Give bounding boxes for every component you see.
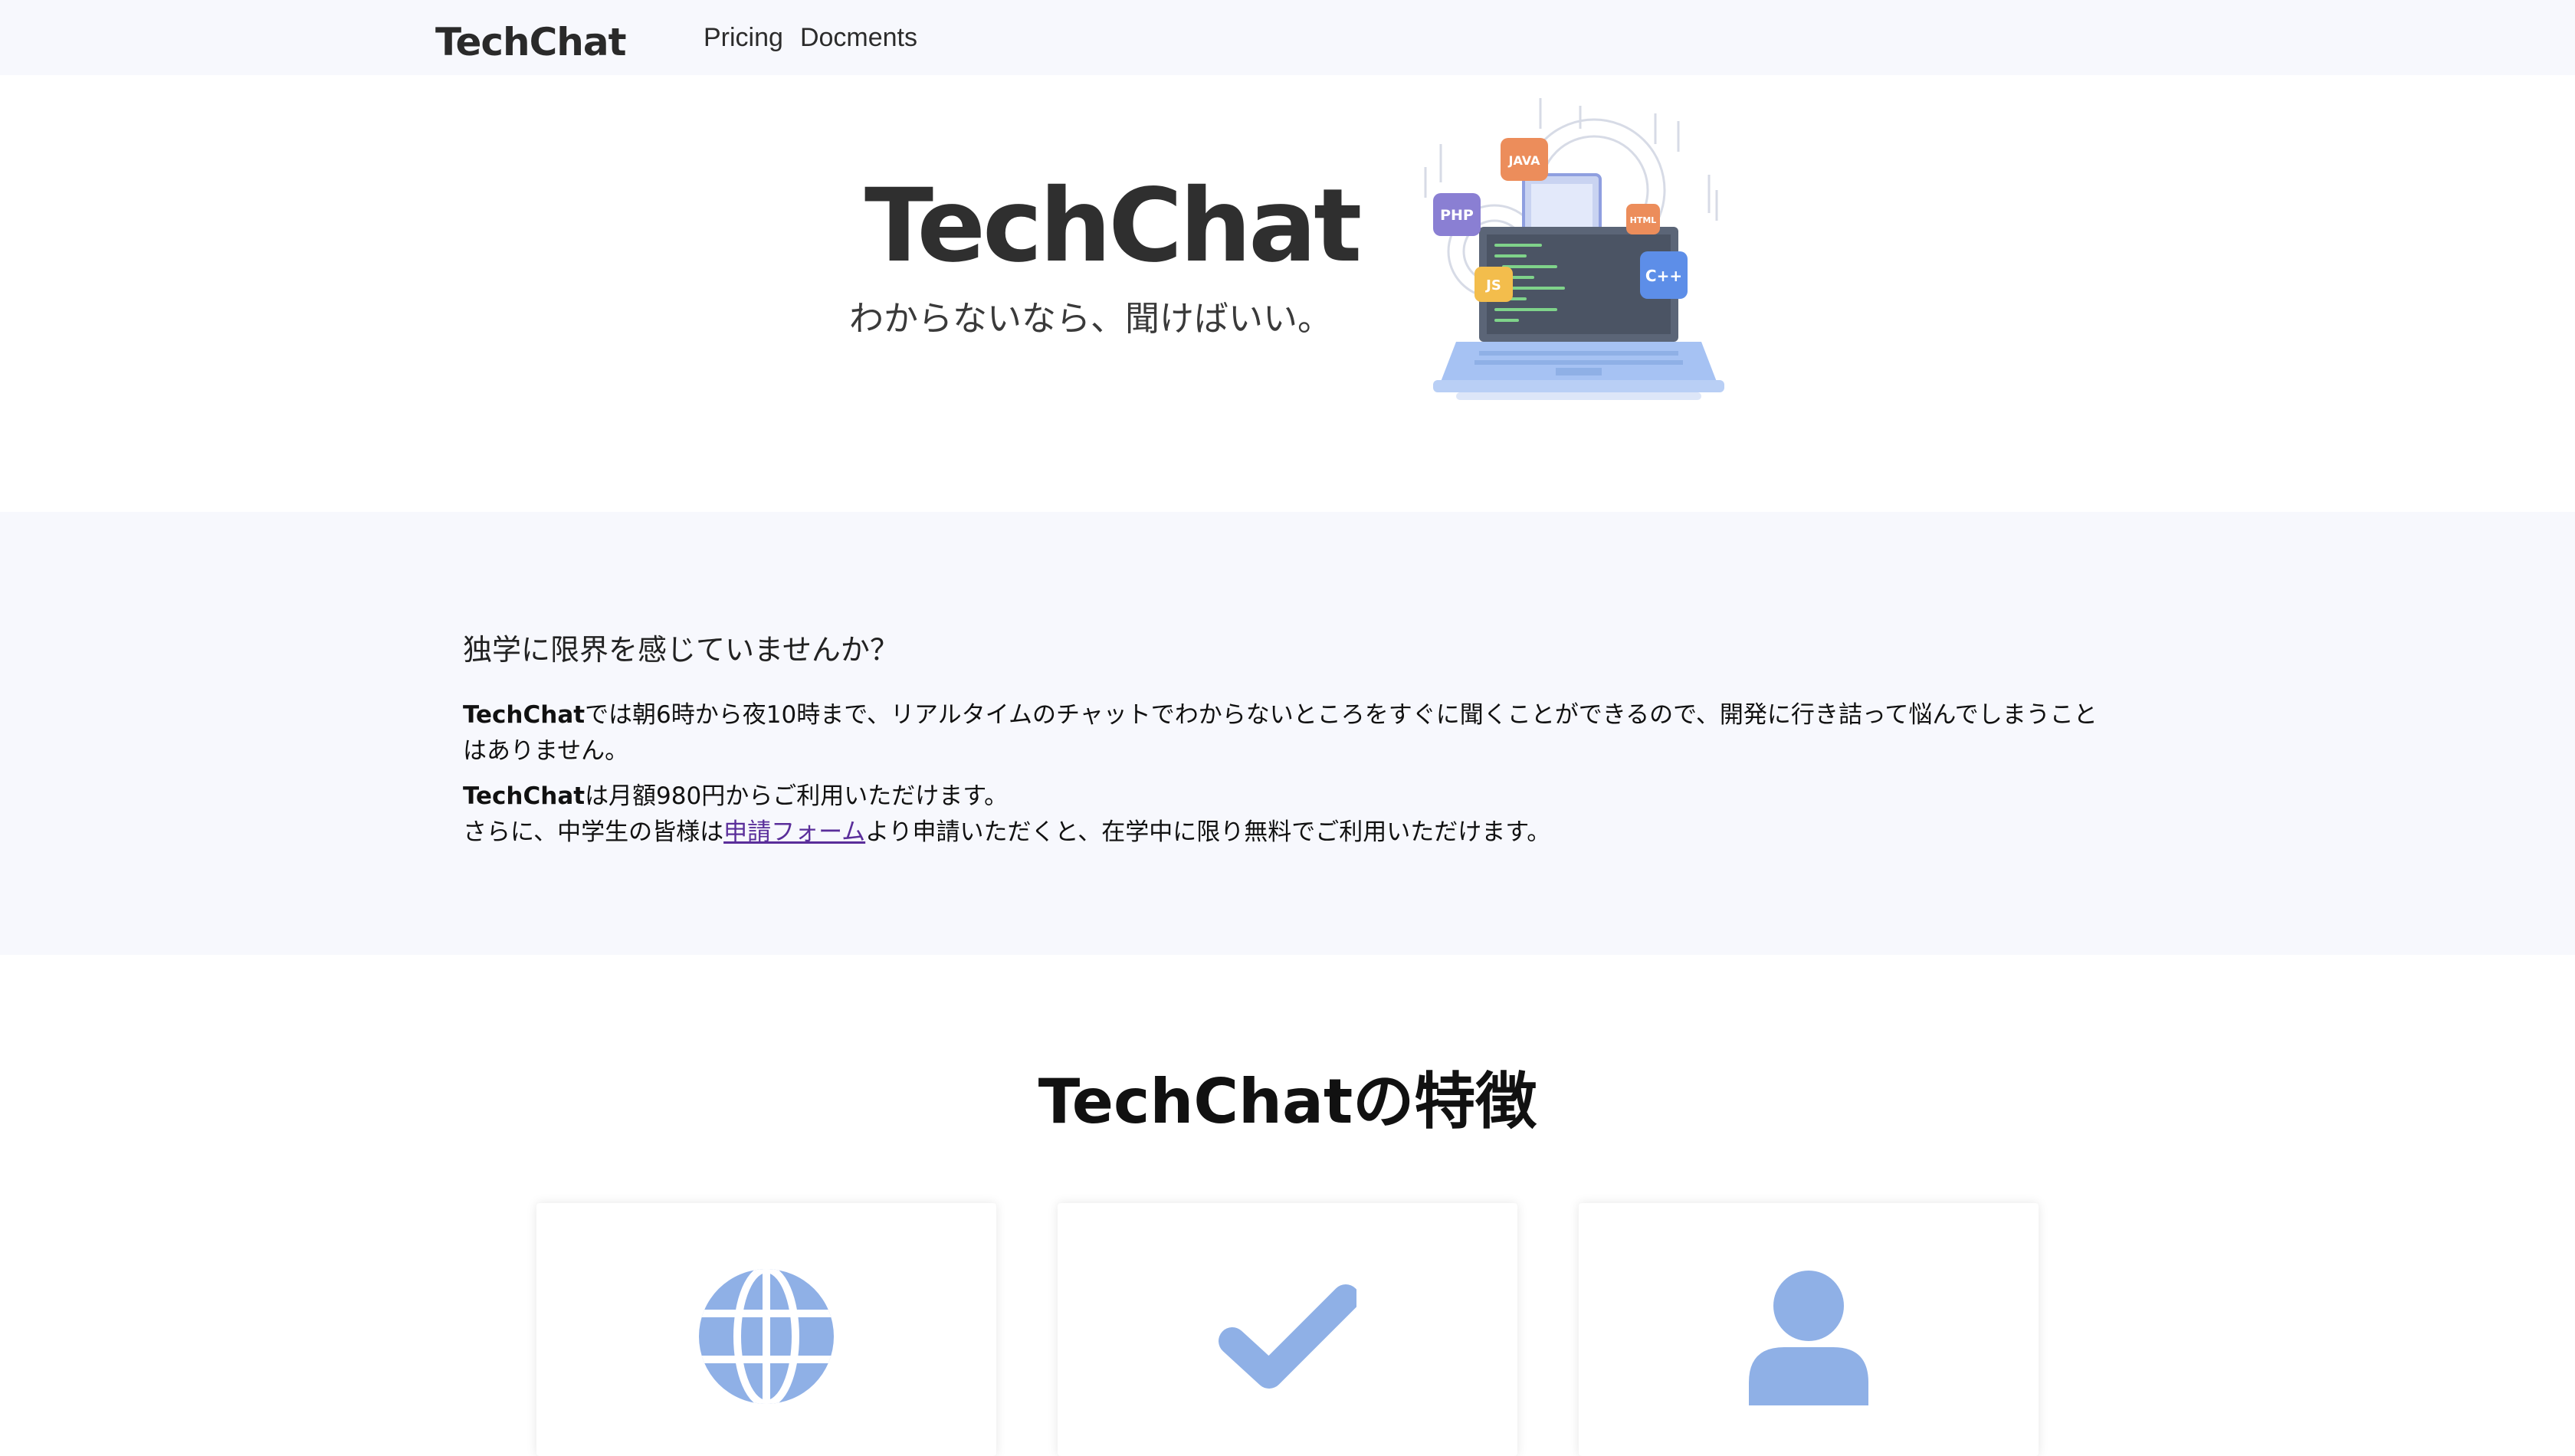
feature-card-user <box>1579 1203 2039 1456</box>
intro-brand-2: TechChat <box>463 782 586 810</box>
nav-pricing-link[interactable]: Pricing <box>704 20 783 55</box>
nav-documents-link[interactable]: Docments <box>800 20 917 55</box>
badge-html-label: HTML <box>1630 215 1657 225</box>
hero-subtitle: わからないなら、聞けばいい。 <box>849 298 1333 339</box>
intro-brand-1: TechChat <box>463 701 586 729</box>
badge-java-label: JAVA <box>1508 153 1541 168</box>
application-form-link[interactable]: 申請フォーム <box>723 818 865 846</box>
intro-hours-text: では朝6時から夜10時まで、リアルタイムのチャットでわからないところをすぐに聞く… <box>463 701 2098 765</box>
intro-paragraph-pricing: TechChatは月額980円からご利用いただけます。さらに、中学生の皆様は申請… <box>463 779 2118 851</box>
features-heading: TechChatの特徴 <box>1038 1066 1537 1137</box>
laptop-code-illustration: JAVA PHP HTML JS C++ <box>1410 98 1732 403</box>
intro-price-text: は月額980円からご利用いただけます。 <box>585 782 1009 810</box>
laptop-illustration-svg: JAVA PHP HTML JS C++ <box>1424 98 1724 400</box>
intro-student-text-before: さらに、中学生の皆様は <box>463 818 724 846</box>
feature-card-global <box>536 1203 996 1456</box>
top-nav: Pricing Docments <box>704 20 917 55</box>
intro-student-text-after: より申請いただくと、在学中に限り無料でご利用いただけます。 <box>865 818 1551 846</box>
check-icon <box>1219 1267 1360 1405</box>
badge-js-label: JS <box>1484 277 1501 293</box>
feature-card-check <box>1058 1203 1517 1456</box>
hero-title: TechChat <box>864 167 1362 285</box>
brand-logo[interactable]: TechChat <box>435 17 627 67</box>
globe-icon <box>697 1267 835 1405</box>
intro-question: 独学に限界を感じていませんか？ <box>463 633 899 667</box>
top-header: TechChat Pricing Docments <box>0 0 2575 75</box>
user-icon <box>1740 1267 1878 1405</box>
badge-cpp-label: C++ <box>1645 267 1682 285</box>
intro-paragraph-hours: TechChatでは朝6時から夜10時まで、リアルタイムのチャットでわからないと… <box>463 697 2118 769</box>
badge-php-label: PHP <box>1440 207 1474 224</box>
